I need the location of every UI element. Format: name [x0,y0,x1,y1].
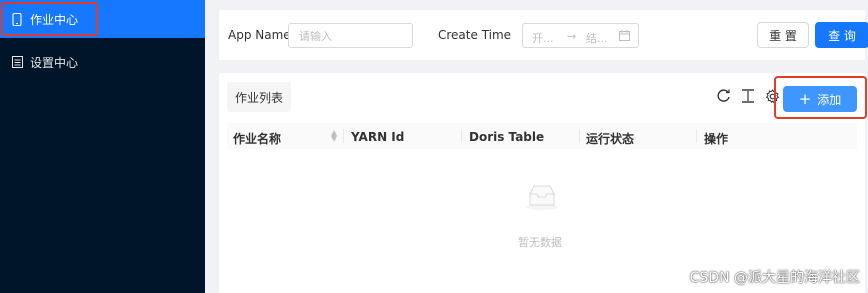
table-header: 作业名称 ▲ ▼ YARN Id Doris Table 运行状态 操作 [227,123,857,149]
search-form: App Name 请输入 Create Time 开... → 结... 重 置… [219,10,868,60]
sidebar-item-label: 设置中心 [30,55,79,70]
highlight-box-add [774,76,867,119]
column-divider [343,129,344,143]
document-icon [10,55,24,69]
calendar-icon [619,30,630,44]
list-title: 作业列表 [227,82,291,112]
column-divider [579,129,580,143]
column-header: 操作 [704,132,729,146]
create-time-range-picker[interactable]: 开... → 结... [522,23,639,48]
reset-button[interactable]: 重 置 [757,22,809,48]
sidebar-item-settings-center[interactable]: 设置中心 [0,43,205,81]
arrow-right-icon: → [567,30,577,43]
app-name-label: App Name [228,28,291,42]
column-header: YARN Id [351,130,405,144]
query-button[interactable]: 查 询 [815,22,868,48]
empty-inbox-icon [524,183,560,214]
highlight-box-sidebar [1,2,98,36]
column-divider [696,129,697,143]
sort-icon[interactable]: ▲ ▼ [331,129,337,143]
main-content: App Name 请输入 Create Time 开... → 结... 重 置… [205,0,868,293]
create-time-label: Create Time [438,28,512,42]
reload-icon[interactable] [716,88,732,104]
end-date-placeholder: 结... [586,32,608,45]
column-header: Doris Table [469,130,545,144]
column-header: 运行状态 [586,132,635,146]
watermark: CSDN @派大星的海洋社区 [689,270,860,286]
column-divider [461,129,462,143]
start-date-placeholder: 开... [532,32,554,45]
sidebar: 作业中心 设置中心 [0,0,205,293]
column-height-icon[interactable] [740,88,756,104]
job-list-card: 作业列表 作业名称 ▲ ▼ YARN Id Doris Table 运行状态 操作… [219,73,865,293]
app-name-placeholder: 请输入 [299,29,332,43]
empty-text: 暂无数据 [518,236,562,249]
column-header: 作业名称 [233,132,282,146]
app-name-input[interactable]: 请输入 [288,23,413,48]
